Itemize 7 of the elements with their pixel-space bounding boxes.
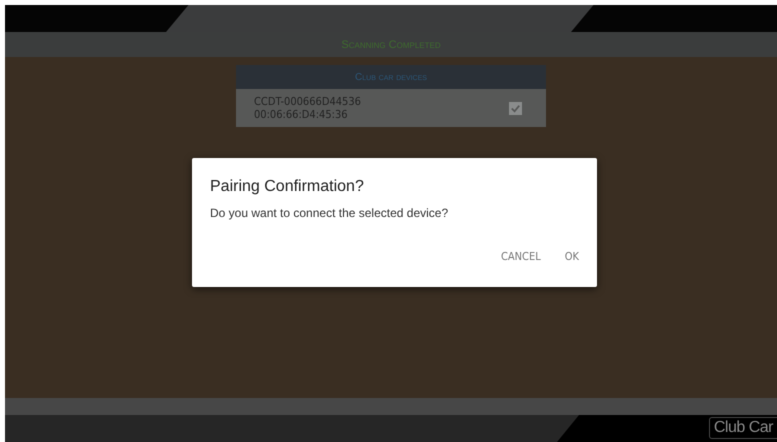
- list-title: Club car devices: [355, 72, 427, 82]
- checkbox[interactable]: [509, 102, 522, 114]
- dialog-button[interactable]: OK: [556, 246, 587, 267]
- dialog-message: Do you want to connect the selected device?: [210, 206, 450, 220]
- club-car-logo: Club Car: [708, 417, 777, 439]
- dialog-title: Pairing Confirmation?: [210, 178, 365, 196]
- dialog-button[interactable]: CANCEL: [492, 246, 549, 267]
